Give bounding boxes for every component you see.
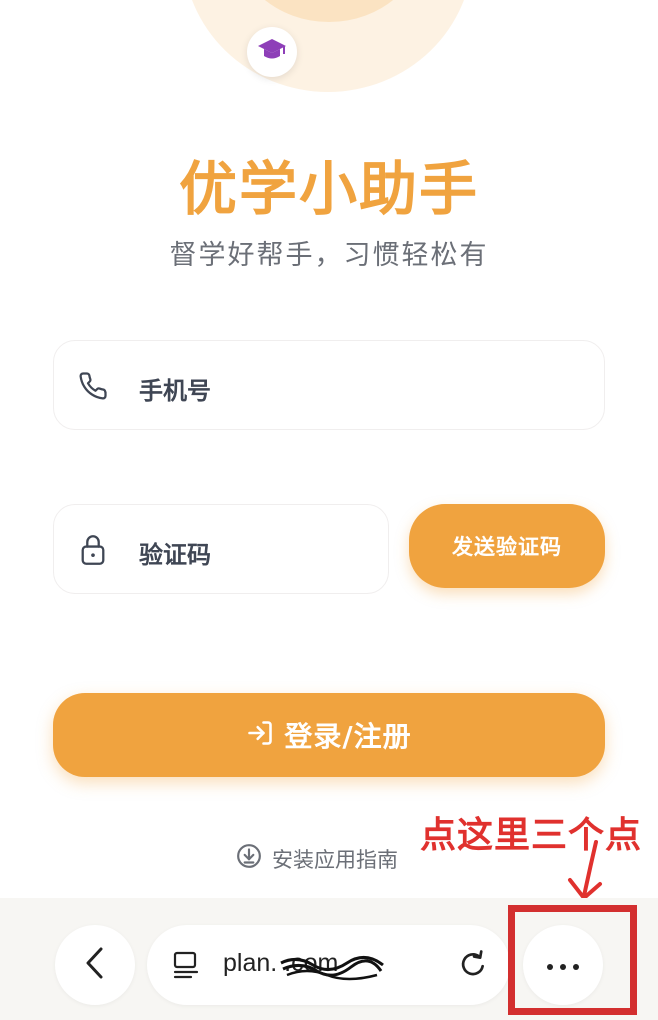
lock-icon bbox=[76, 533, 110, 567]
code-field[interactable]: 验证码 bbox=[53, 504, 389, 594]
login-button-label: 登录/注册 bbox=[284, 720, 412, 753]
phone-input[interactable]: 手机号 bbox=[139, 371, 359, 406]
phone-icon bbox=[76, 369, 110, 403]
app-title: 优学小助手 bbox=[178, 155, 479, 223]
address-bar[interactable]: plan. .com bbox=[147, 925, 510, 1005]
reload-icon[interactable] bbox=[459, 949, 489, 981]
code-input[interactable]: 验证码 bbox=[139, 535, 359, 570]
highlight-box bbox=[508, 905, 637, 1015]
graduation-cap-icon bbox=[257, 37, 287, 67]
login-arrow-icon bbox=[246, 719, 274, 751]
redaction-scribble bbox=[280, 956, 384, 981]
download-circle-icon bbox=[236, 843, 262, 874]
app-subtitle: 督学好帮手，习惯轻松有 bbox=[169, 240, 489, 271]
back-button[interactable] bbox=[55, 925, 135, 1005]
app-logo bbox=[247, 27, 297, 77]
chevron-left-icon bbox=[84, 946, 106, 984]
phone-field[interactable]: 手机号 bbox=[53, 340, 605, 430]
send-code-button[interactable]: 发送验证码 bbox=[409, 504, 605, 588]
install-guide-label: 安装应用指南 bbox=[272, 847, 398, 872]
install-guide-link[interactable]: 安装应用指南 bbox=[236, 843, 398, 874]
login-register-button[interactable]: 登录/注册 bbox=[53, 693, 605, 777]
page-icon bbox=[171, 950, 201, 980]
